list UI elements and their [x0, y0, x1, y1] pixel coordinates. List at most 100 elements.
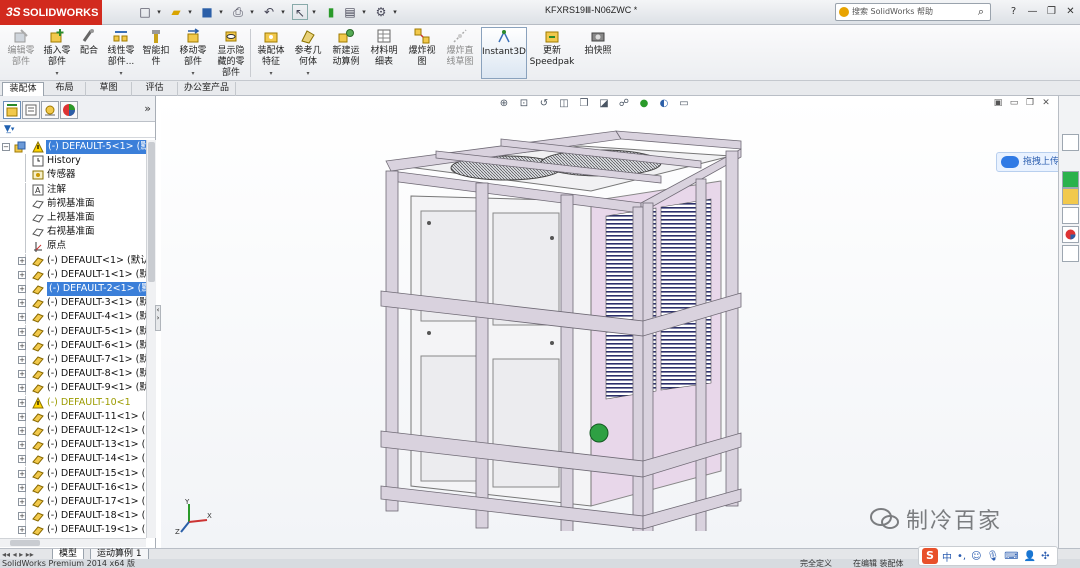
tab-office-products[interactable]: 办公室产品 [178, 82, 236, 96]
reference-dropdown-icon[interactable]: ▾ [290, 68, 326, 79]
appearances-icon[interactable] [1062, 226, 1079, 243]
condensing-unit-model[interactable] [271, 111, 791, 531]
apply-scene-icon[interactable]: ◐ [657, 97, 671, 111]
expand-icon[interactable]: + [18, 526, 26, 535]
expand-panel-icon[interactable]: » [144, 102, 151, 115]
resources-icon[interactable] [1062, 134, 1079, 151]
expand-icon[interactable]: + [18, 427, 26, 435]
zoom-to-fit-icon[interactable]: ⊕ [497, 97, 511, 111]
instant3d-button[interactable]: Instant3D [481, 27, 527, 79]
tab-layout[interactable]: 布局 [44, 82, 86, 96]
expand-icon[interactable]: + [18, 256, 26, 265]
expand-icon[interactable]: + [18, 441, 26, 450]
features-dropdown-icon[interactable]: ▾ [253, 68, 289, 79]
file-properties-icon[interactable]: ▤ [342, 4, 358, 20]
expand-icon[interactable]: + [18, 313, 26, 322]
new-document-icon[interactable]: □ [137, 4, 153, 20]
expand-icon[interactable]: + [18, 398, 26, 407]
hide-show-items-icon[interactable]: ☍ [617, 97, 631, 111]
mate-button[interactable]: 配合 [76, 27, 102, 79]
properties-dropdown-icon[interactable]: ▾ [361, 4, 367, 20]
feature-manager-tab[interactable] [3, 101, 21, 119]
new-dropdown-icon[interactable]: ▾ [156, 4, 162, 20]
property-manager-tab[interactable] [22, 101, 40, 119]
expand-icon[interactable]: + [18, 384, 26, 393]
linear-pattern-dropdown-icon[interactable]: ▾ [104, 68, 138, 79]
tab-evaluate[interactable]: 评估 [132, 82, 178, 96]
ime-settings-icon[interactable]: ✣ [1041, 551, 1049, 562]
viewport-minimize-button[interactable]: ▭ [1006, 96, 1022, 110]
expand-icon[interactable]: + [18, 498, 26, 506]
linear-pattern-button[interactable]: 线性零 部件... ▾ [104, 27, 138, 79]
help-search-input[interactable]: 搜索 SolidWorks 帮助 ⌕ [835, 3, 991, 21]
expand-icon[interactable]: + [18, 356, 26, 364]
configuration-manager-tab[interactable] [41, 101, 59, 119]
microphone-icon[interactable]: 🎙 [987, 551, 1000, 562]
expand-icon[interactable]: + [18, 455, 26, 464]
tab-assembly[interactable]: 装配体 [2, 82, 44, 96]
options-dropdown-icon[interactable]: ▾ [392, 4, 398, 20]
sogou-ime-icon[interactable]: S [922, 548, 938, 564]
solidworks-logo[interactable]: 3S SOLIDWORKS [0, 0, 102, 25]
display-manager-tab[interactable] [60, 101, 78, 119]
show-hidden-components-button[interactable]: 显示隐 藏的零 部件 [213, 27, 249, 79]
expand-icon[interactable]: + [18, 469, 26, 478]
ime-mode-label[interactable]: 中 [942, 549, 952, 564]
expand-icon[interactable]: + [18, 412, 26, 421]
expand-icon[interactable]: + [18, 299, 26, 308]
select-arrow-icon[interactable]: ↖ [292, 4, 308, 20]
expand-icon[interactable]: + [18, 370, 26, 379]
take-snapshot-button[interactable]: 拍快照 [580, 27, 616, 79]
print-icon[interactable]: ⎙ [230, 4, 246, 20]
tree-filter[interactable]: ▼̲▾ [0, 122, 155, 138]
traffic-light-icon[interactable]: ▮ [323, 4, 339, 20]
view-settings-icon[interactable]: ▭ [677, 97, 691, 111]
custom-properties-icon[interactable] [1062, 245, 1079, 262]
section-view-icon[interactable]: ◫ [557, 97, 571, 111]
expand-icon[interactable]: + [18, 341, 26, 350]
undo-icon[interactable]: ↶ [261, 4, 277, 20]
user-icon[interactable]: 👤 [1024, 551, 1036, 562]
insert-dropdown-icon[interactable]: ▾ [40, 68, 74, 79]
save-dropdown-icon[interactable]: ▾ [218, 4, 224, 20]
minimize-button[interactable]: — [1023, 3, 1042, 21]
tab-nav-arrows[interactable]: ◂◂ ◂ ▸ ▸▸ [2, 550, 34, 559]
update-speedpak-button[interactable]: 更新 Speedpak [529, 27, 575, 79]
tab-sketch[interactable]: 草图 [86, 82, 132, 96]
viewport-close-button[interactable]: ✕ [1038, 96, 1054, 110]
help-icon[interactable]: ? [1004, 3, 1023, 21]
expand-icon[interactable]: + [18, 327, 26, 336]
exploded-view-button[interactable]: 爆炸视图 [404, 27, 440, 79]
print-dropdown-icon[interactable]: ▾ [249, 4, 255, 20]
reference-geometry-button[interactable]: 参考几 何体 ▾ [290, 27, 326, 79]
scroll-thumb[interactable] [148, 142, 155, 282]
close-button[interactable]: ✕ [1061, 3, 1080, 21]
tree-vertical-scrollbar[interactable] [146, 140, 156, 538]
open-folder-icon[interactable]: ▰ [168, 4, 184, 20]
file-explorer-icon[interactable] [1062, 188, 1079, 205]
select-dropdown-icon[interactable]: ▾ [311, 4, 317, 20]
bill-of-materials-button[interactable]: 材料明 细表 [366, 27, 402, 79]
design-library-icon[interactable] [1062, 171, 1079, 188]
undo-dropdown-icon[interactable]: ▾ [280, 4, 286, 20]
viewport-restore-button[interactable]: ❐ [1022, 96, 1038, 110]
restore-button[interactable]: ❐ [1042, 3, 1061, 21]
edit-component-button[interactable]: 编辑零 部件 [2, 27, 40, 79]
emoji-icon[interactable]: ☺ [971, 551, 981, 562]
graphics-area[interactable]: ⊕ ⊡ ↺ ◫ ❒ ◪ ☍ ● ◐ ▭ ▣ ▭ ❐ ✕ Y X Z [161, 96, 1058, 548]
smart-fasteners-button[interactable]: 智能扣件 [140, 27, 172, 79]
view-orientation-icon[interactable]: ❒ [577, 97, 591, 111]
zoom-to-area-icon[interactable]: ⊡ [517, 97, 531, 111]
previous-view-icon[interactable]: ↺ [537, 97, 551, 111]
save-icon[interactable]: ■ [199, 4, 215, 20]
edit-appearance-icon[interactable]: ● [637, 97, 651, 111]
explode-line-sketch-button[interactable]: 爆炸直 线草图 [442, 27, 478, 79]
keyboard-icon[interactable]: ⌨ [1004, 551, 1018, 562]
tree-horizontal-scrollbar[interactable] [0, 538, 146, 547]
move-dropdown-icon[interactable]: ▾ [174, 68, 212, 79]
split-view-icon[interactable]: ▣ [990, 96, 1006, 110]
collapse-icon[interactable]: − [2, 143, 10, 151]
expand-icon[interactable]: + [18, 483, 26, 492]
view-palette-icon[interactable] [1062, 207, 1079, 224]
move-component-button[interactable]: 移动零 部件 ▾ [174, 27, 212, 79]
